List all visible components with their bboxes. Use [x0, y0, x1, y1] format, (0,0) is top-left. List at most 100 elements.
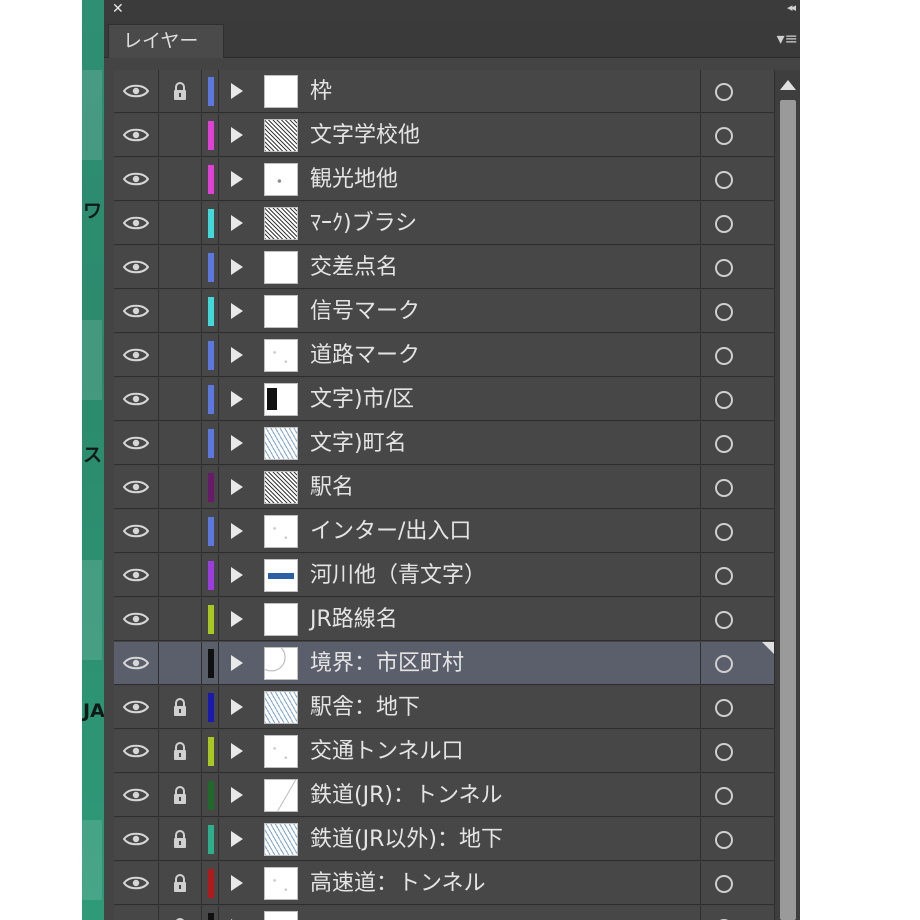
panel-menu-icon[interactable]: ▾≡	[777, 28, 798, 50]
layer-row[interactable]: 河川他（青文字）	[114, 554, 774, 597]
expand-toggle[interactable]	[218, 70, 258, 113]
visibility-toggle[interactable]	[114, 686, 159, 729]
target-toggle[interactable]	[700, 290, 774, 333]
expand-toggle[interactable]	[218, 334, 258, 377]
layer-name[interactable]: 枠	[310, 70, 332, 113]
layer-row[interactable]: 文字学校他	[114, 114, 774, 157]
visibility-toggle[interactable]	[114, 158, 159, 201]
expand-toggle[interactable]	[218, 422, 258, 465]
layer-row[interactable]: 観光地他	[114, 158, 774, 201]
target-toggle[interactable]	[700, 730, 774, 773]
layer-row[interactable]: 信号マーク	[114, 290, 774, 333]
expand-toggle[interactable]	[218, 246, 258, 289]
layer-name[interactable]: 文字)市/区	[310, 378, 414, 421]
expand-toggle[interactable]	[218, 158, 258, 201]
layer-name[interactable]: JR路線名	[310, 598, 398, 641]
expand-toggle[interactable]	[218, 642, 258, 685]
layer-row[interactable]: 文字)市/区	[114, 378, 774, 421]
target-toggle[interactable]	[700, 642, 774, 685]
target-toggle[interactable]	[700, 554, 774, 597]
visibility-toggle[interactable]	[114, 246, 159, 289]
target-toggle[interactable]	[700, 774, 774, 817]
layer-row[interactable]: 高速道：トンネル	[114, 862, 774, 905]
target-toggle[interactable]	[700, 862, 774, 905]
lock-toggle[interactable]	[159, 510, 202, 553]
layer-name[interactable]: 駅舎：地下	[310, 686, 420, 729]
target-toggle[interactable]	[700, 70, 774, 113]
visibility-toggle[interactable]	[114, 114, 159, 157]
expand-toggle[interactable]	[218, 906, 258, 920]
lock-toggle[interactable]	[159, 686, 202, 729]
layer-name[interactable]: 高速道：トンネル	[310, 862, 486, 905]
target-toggle[interactable]	[700, 818, 774, 861]
tab-layers[interactable]: レイヤー	[108, 24, 224, 58]
scrollbar[interactable]	[774, 70, 800, 920]
lock-toggle[interactable]	[159, 158, 202, 201]
visibility-toggle[interactable]	[114, 334, 159, 377]
expand-toggle[interactable]	[218, 290, 258, 333]
lock-toggle[interactable]	[159, 642, 202, 685]
visibility-toggle[interactable]	[114, 906, 159, 920]
layer-row[interactable]: 駅舎：地下	[114, 686, 774, 729]
target-toggle[interactable]	[700, 378, 774, 421]
lock-toggle[interactable]	[159, 202, 202, 245]
target-toggle[interactable]	[700, 422, 774, 465]
lock-toggle[interactable]	[159, 378, 202, 421]
visibility-toggle[interactable]	[114, 730, 159, 773]
layer-name[interactable]: 境界：市区町村	[310, 642, 464, 685]
expand-toggle[interactable]	[218, 510, 258, 553]
visibility-toggle[interactable]	[114, 642, 159, 685]
layer-name[interactable]: 文字)町名	[310, 422, 407, 465]
expand-toggle[interactable]	[218, 686, 258, 729]
layer-name[interactable]: 鉄道(JR以外)：地下	[310, 818, 503, 861]
lock-toggle[interactable]	[159, 466, 202, 509]
lock-toggle[interactable]	[159, 730, 202, 773]
layer-row[interactable]: 境界：市区町村	[114, 642, 774, 685]
expand-toggle[interactable]	[218, 818, 258, 861]
expand-toggle[interactable]	[218, 730, 258, 773]
layer-row[interactable]	[114, 906, 774, 920]
layer-row[interactable]: 枠	[114, 70, 774, 113]
expand-toggle[interactable]	[218, 466, 258, 509]
lock-toggle[interactable]	[159, 334, 202, 377]
target-toggle[interactable]	[700, 510, 774, 553]
lock-toggle[interactable]	[159, 70, 202, 113]
panel-titlebar[interactable]: ✕ ◂◂	[104, 0, 800, 20]
visibility-toggle[interactable]	[114, 290, 159, 333]
layer-name[interactable]: 文字学校他	[310, 114, 420, 157]
visibility-toggle[interactable]	[114, 554, 159, 597]
close-icon[interactable]: ✕	[112, 0, 124, 18]
layer-row[interactable]: 文字)町名	[114, 422, 774, 465]
layer-name[interactable]: 鉄道(JR)：トンネル	[310, 774, 503, 817]
lock-toggle[interactable]	[159, 246, 202, 289]
layer-row[interactable]: 道路マーク	[114, 334, 774, 377]
layer-row[interactable]: インター/出入口	[114, 510, 774, 553]
visibility-toggle[interactable]	[114, 510, 159, 553]
target-toggle[interactable]	[700, 906, 774, 920]
visibility-toggle[interactable]	[114, 70, 159, 113]
lock-toggle[interactable]	[159, 818, 202, 861]
layer-name[interactable]: 道路マーク	[310, 334, 420, 377]
lock-toggle[interactable]	[159, 906, 202, 920]
layer-name[interactable]: 交差点名	[310, 246, 398, 289]
expand-toggle[interactable]	[218, 862, 258, 905]
visibility-toggle[interactable]	[114, 774, 159, 817]
target-toggle[interactable]	[700, 114, 774, 157]
visibility-toggle[interactable]	[114, 818, 159, 861]
lock-toggle[interactable]	[159, 862, 202, 905]
visibility-toggle[interactable]	[114, 378, 159, 421]
target-toggle[interactable]	[700, 246, 774, 289]
visibility-toggle[interactable]	[114, 202, 159, 245]
layer-name[interactable]: 交通トンネル口	[310, 730, 464, 773]
layer-name[interactable]: 河川他（青文字）	[310, 554, 486, 597]
scroll-thumb[interactable]	[780, 100, 796, 920]
lock-toggle[interactable]	[159, 290, 202, 333]
layer-name[interactable]: 駅名	[310, 466, 354, 509]
target-toggle[interactable]	[700, 686, 774, 729]
layer-row[interactable]: 鉄道(JR以外)：地下	[114, 818, 774, 861]
lock-toggle[interactable]	[159, 422, 202, 465]
layer-row[interactable]: 交通トンネル口	[114, 730, 774, 773]
target-toggle[interactable]	[700, 466, 774, 509]
layer-row[interactable]: 交差点名	[114, 246, 774, 289]
visibility-toggle[interactable]	[114, 598, 159, 641]
